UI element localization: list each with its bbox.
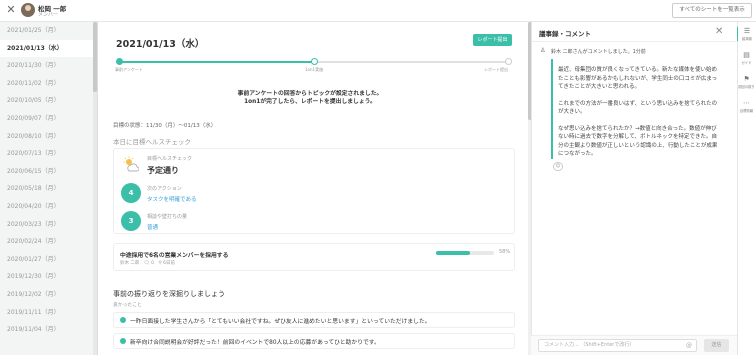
notice: 事前アンケートの回答からトピックが設定されました。 1on1が完了したら、レポー… bbox=[150, 90, 470, 106]
goal-progress-bar bbox=[436, 251, 494, 255]
report-submit-button[interactable]: レポート提出 bbox=[473, 34, 512, 46]
sidebar-item-date[interactable]: 2020/04/20（月） bbox=[0, 198, 97, 216]
consult-link[interactable]: 普通 bbox=[147, 223, 158, 231]
close-icon[interactable]: ✕ bbox=[5, 4, 17, 16]
reflect-item-text: 新卒向け合同説明会が好評だった！前回のイベントで80人以上の応募があってひと助か… bbox=[130, 340, 380, 346]
user-role: メンバー bbox=[38, 12, 59, 18]
sidebar-item-date[interactable]: 2020/11/02（月） bbox=[0, 75, 97, 93]
sidebar-item-date[interactable]: 2020/11/30（月） bbox=[0, 57, 97, 75]
rail-item-minutes[interactable]: ☰ 議事録 bbox=[737, 27, 756, 41]
comment-quote-bar bbox=[551, 59, 553, 159]
sidebar-item-date[interactable]: 2019/11/11（月） bbox=[0, 304, 97, 322]
page-title: 2021/01/13（水） bbox=[116, 39, 205, 50]
reflect-subtitle: 良かったこと bbox=[113, 303, 142, 308]
reflect-item-text: 一昨日面接した学生さんから「とてもいい会社ですね。ぜひ友人に進めたいと思います」… bbox=[130, 319, 431, 325]
consult-score: 3 bbox=[121, 211, 141, 231]
top-bar bbox=[0, 0, 756, 22]
sidebar-item-date[interactable]: 2019/11/04（月） bbox=[0, 321, 97, 339]
rail-item-label: 議事録 bbox=[742, 37, 752, 41]
notice-line-2: 1on1が完了したら、レポートを提出しましょう。 bbox=[244, 99, 376, 105]
health-heading: 本日に目標ヘルスチェック bbox=[113, 138, 191, 146]
step-label-survey: 事前アンケート bbox=[115, 67, 143, 72]
comment-body: 最近、母集団の質が良くなってきている。新たな媒体を使い始めたことも影響があるかも… bbox=[558, 66, 722, 167]
comment-paragraph: なぜ思い込みを捨てられたか？→数値と向き合った。数値が伸びない時に過去で数字を分… bbox=[558, 125, 718, 158]
step-label-1on1: 1on1実施 bbox=[305, 67, 324, 72]
goal-progress-fill bbox=[436, 251, 470, 255]
rail-item-goal-info[interactable]: ⋯ 目標情報 bbox=[737, 99, 756, 113]
rail-item-previous[interactable]: ⚑ 前回の振り bbox=[737, 75, 756, 89]
previous-icon: ⚑ bbox=[743, 75, 750, 83]
minutes-icon: ☰ bbox=[743, 27, 751, 35]
health-label: 目標ヘルスチェック bbox=[147, 156, 193, 162]
sidebar-item-date[interactable]: 2020/02/24（月） bbox=[0, 233, 97, 251]
step-label-report: レポート提出 bbox=[484, 67, 508, 72]
comment-author: 鈴木 二郎さんがコメントしました。1分前 bbox=[551, 49, 646, 55]
panel-title: 議事録・コメント bbox=[539, 30, 591, 38]
sidebar-item-date[interactable]: 2020/09/07（月） bbox=[0, 110, 97, 128]
avatar bbox=[21, 3, 35, 17]
step-progress-fill bbox=[119, 61, 314, 63]
reflect-title: 事前の振り返りを深掘りしましょう bbox=[113, 290, 225, 298]
bullet-dot-icon bbox=[120, 338, 126, 344]
comment-paragraph: 最近、母集団の質が良くなってきている。新たな媒体を使い始めたことも影響があるかも… bbox=[558, 67, 718, 90]
emoji-reaction-button[interactable]: ☺ bbox=[553, 162, 563, 171]
sidebar-item-date[interactable]: 2019/12/02（月） bbox=[0, 286, 97, 304]
bullet-dot-icon bbox=[120, 317, 126, 323]
comment-paragraph: これまでの方法が一番良いはず、という思い込みを捨てられたのが大きい。 bbox=[558, 100, 718, 116]
next-action-score: 4 bbox=[121, 183, 141, 203]
sidebar-item-date[interactable]: 2020/01/27（月） bbox=[0, 251, 97, 269]
sidebar-item-date[interactable]: 2020/08/10（月） bbox=[0, 128, 97, 146]
notice-line-1: 事前アンケートの回答からトピックが設定されました。 bbox=[237, 91, 383, 97]
next-action-label: 次のアクション bbox=[147, 186, 182, 192]
sidebar-item-date[interactable]: 2020/03/23（月） bbox=[0, 216, 97, 234]
sidebar-scrollbar[interactable] bbox=[93, 22, 97, 355]
step-dot-report bbox=[505, 58, 512, 65]
sidebar: 2021/01/25（月） 2021/01/13（水） 2020/11/30（月） 2… bbox=[0, 22, 98, 355]
guide-icon: ▤ bbox=[743, 51, 750, 59]
next-action-link[interactable]: タスクを明確である bbox=[147, 195, 196, 203]
sidebar-item-date[interactable]: 2020/06/15（月） bbox=[0, 163, 97, 181]
sidebar-item-date[interactable]: 2020/07/13（月） bbox=[0, 145, 97, 163]
goal-progress-label: 58% bbox=[499, 249, 511, 255]
more-icon: ⋯ bbox=[743, 99, 750, 107]
rail-item-guide[interactable]: ▤ ガイド bbox=[737, 51, 756, 65]
health-value: 予定通り bbox=[147, 166, 179, 175]
panel-divider bbox=[531, 41, 737, 42]
panel-close-icon[interactable]: ✕ bbox=[715, 26, 723, 37]
right-rail bbox=[737, 22, 756, 355]
step-dot-1on1 bbox=[311, 58, 318, 65]
consult-label: 相談や壁打ちの量 bbox=[147, 214, 188, 220]
rail-item-label: 目標情報 bbox=[739, 109, 754, 113]
sidebar-item-date[interactable]: 2020/10/05（月） bbox=[0, 92, 97, 110]
goal-meta: 鈴木 二郎 🗨 0 ⚲ 6日前 bbox=[120, 261, 176, 266]
goal-period: 目標の状態：11/30（月）～01/13（水） bbox=[113, 123, 217, 129]
sidebar-item-date[interactable]: 2021/01/13（水） bbox=[0, 39, 97, 58]
sidebar-list: 2021/01/25（月） 2021/01/13（水） 2020/11/30（月） 2… bbox=[0, 22, 97, 339]
sidebar-item-date[interactable]: 2019/12/30（月） bbox=[0, 268, 97, 286]
sidebar-scrollbar-thumb[interactable] bbox=[93, 22, 97, 92]
mention-icon[interactable]: @ bbox=[686, 342, 692, 349]
comment-avatar-icon: ♙ bbox=[540, 47, 546, 54]
sidebar-item-date[interactable]: 2021/01/25（月） bbox=[0, 22, 97, 40]
send-button[interactable]: 送信 bbox=[704, 339, 729, 352]
sidebar-item-date[interactable]: 2020/05/18（月） bbox=[0, 180, 97, 198]
sun-cloud-icon bbox=[123, 156, 139, 172]
comment-input[interactable]: コメント入力... （Shift+Enterで改行） bbox=[538, 339, 697, 352]
rail-item-label: ガイド bbox=[741, 61, 752, 65]
step-dot-survey bbox=[116, 58, 123, 65]
rail-item-label: 前回の振り bbox=[738, 85, 755, 89]
all-sheets-button[interactable]: すべてのシートを一覧表示 bbox=[672, 3, 752, 18]
goal-title[interactable]: 中途採用で6名の営業メンバーを採用する bbox=[120, 250, 228, 259]
